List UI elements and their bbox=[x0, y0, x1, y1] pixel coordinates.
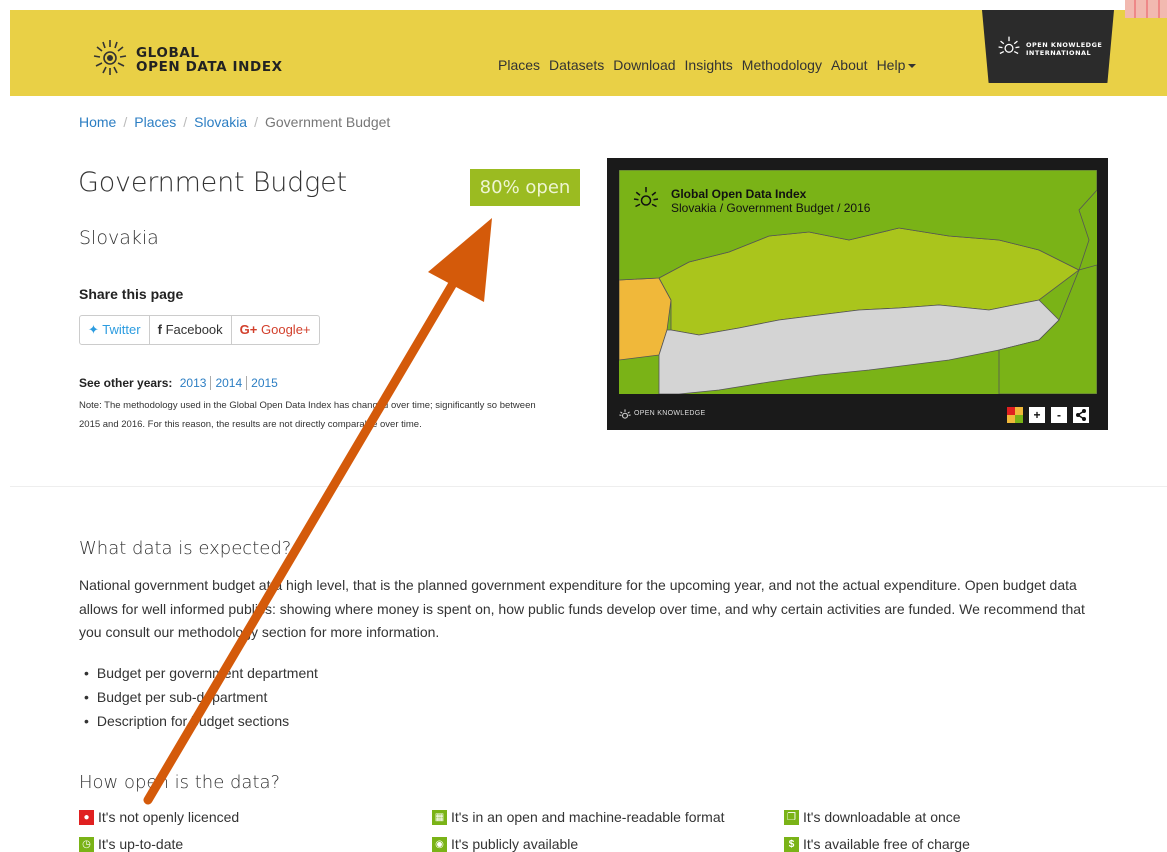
files-icon: ❐ bbox=[784, 809, 799, 825]
breadcrumb-separator: / bbox=[254, 114, 258, 130]
facebook-label: Facebook bbox=[165, 322, 223, 337]
openness-item-public: ◉ It's publicly available bbox=[432, 836, 578, 852]
openness-heading: How open is the data? bbox=[79, 772, 281, 793]
list-item: Description for budget sections bbox=[97, 709, 318, 733]
nav-download[interactable]: Download bbox=[613, 57, 675, 73]
corner-decoration bbox=[1125, 0, 1167, 18]
share-heading: Share this page bbox=[79, 286, 184, 302]
breadcrumb: Home / Places / Slovakia / Government Budget bbox=[79, 114, 390, 130]
clock-icon: ◷ bbox=[79, 836, 94, 852]
map-widget: Global Open Data Index Slovakia / Govern… bbox=[607, 158, 1108, 430]
openness-label: It's available free of charge bbox=[803, 836, 970, 852]
list-item: Budget per government department bbox=[97, 661, 318, 685]
breadcrumb-current: Government Budget bbox=[264, 114, 391, 130]
year-link-2014[interactable]: 2014 bbox=[211, 376, 248, 390]
openness-item-uptodate: ◷ It's up-to-date bbox=[79, 836, 183, 852]
map-footer: OPEN KNOWLEDGE + - bbox=[607, 398, 1108, 430]
openness-item-format: ▦ It's in an open and machine-readable f… bbox=[432, 809, 725, 825]
zoom-out-button[interactable]: - bbox=[1051, 407, 1067, 423]
keyboard-icon: ▦ bbox=[432, 809, 447, 825]
eye-icon: ◉ bbox=[432, 836, 447, 852]
expected-list: Budget per government department Budget … bbox=[97, 661, 318, 733]
openness-label: It's downloadable at once bbox=[803, 809, 961, 825]
openness-label: It's not openly licenced bbox=[98, 809, 240, 825]
openness-label: It's publicly available bbox=[451, 836, 579, 852]
nav-help-dropdown[interactable]: Help bbox=[877, 57, 917, 73]
map-canvas[interactable]: Global Open Data Index Slovakia / Govern… bbox=[619, 170, 1097, 394]
main-nav: Places Datasets Download Insights Method… bbox=[498, 57, 925, 73]
share-button-group: ✦ Twitter f Facebook G+ Google+ bbox=[79, 315, 320, 345]
openness-item-licence: ● It's not openly licenced bbox=[79, 809, 239, 825]
share-icon bbox=[1076, 409, 1086, 421]
expected-description: National government budget at a high lev… bbox=[79, 577, 1085, 640]
twitter-label: Twitter bbox=[102, 322, 141, 337]
year-link-2013[interactable]: 2013 bbox=[175, 376, 212, 390]
nav-methodology[interactable]: Methodology bbox=[742, 57, 822, 73]
okfn-badge[interactable]: OPEN KNOWLEDGE INTERNATIONAL bbox=[982, 10, 1114, 83]
methodology-note: Note: The methodology used in the Global… bbox=[79, 400, 536, 430]
year-link-2015[interactable]: 2015 bbox=[247, 376, 282, 390]
lock-icon: ● bbox=[79, 809, 94, 825]
global-open-data-index-logo[interactable]: GLOBAL OPEN DATA INDEX bbox=[90, 40, 290, 88]
okfn-line-2: INTERNATIONAL bbox=[1026, 48, 1092, 57]
google-label: Google+ bbox=[261, 322, 311, 337]
okfn-wordmark: OPEN KNOWLEDGE INTERNATIONAL bbox=[1026, 41, 1102, 57]
logo-line-1: GLOBAL bbox=[136, 45, 200, 61]
breadcrumb-separator: / bbox=[183, 114, 188, 130]
openness-label: It's up-to-date bbox=[98, 836, 184, 852]
logo-line-2: OPEN DATA INDEX bbox=[136, 59, 283, 75]
map-footer-text: OPEN KNOWLEDGE bbox=[634, 410, 706, 417]
dollar-icon: $ bbox=[784, 836, 799, 852]
section-divider bbox=[10, 486, 1167, 487]
okfn-sunburst-icon bbox=[998, 36, 1020, 55]
share-google-button[interactable]: G+ Google+ bbox=[232, 316, 319, 344]
nav-about[interactable]: About bbox=[831, 57, 868, 73]
open-score-badge: 80% open bbox=[470, 169, 580, 206]
facebook-icon: f bbox=[157, 322, 162, 337]
share-map-button[interactable] bbox=[1073, 407, 1089, 423]
share-facebook-button[interactable]: f Facebook bbox=[150, 316, 232, 344]
page-title: Government Budget bbox=[78, 167, 347, 198]
map-legend-button[interactable] bbox=[1007, 407, 1023, 423]
nav-datasets[interactable]: Datasets bbox=[549, 57, 604, 73]
zoom-in-button[interactable]: + bbox=[1029, 407, 1045, 423]
logo-wordmark: GLOBAL OPEN DATA INDEX bbox=[136, 46, 283, 74]
openness-label: It's in an open and machine-readable for… bbox=[451, 809, 725, 825]
legend-swatch-icon bbox=[1007, 407, 1023, 423]
list-item: Budget per sub-department bbox=[97, 685, 318, 709]
breadcrumb-country[interactable]: Slovakia bbox=[194, 114, 247, 130]
map-logo-icon bbox=[633, 187, 659, 208]
map-title: Global Open Data Index Slovakia / Govern… bbox=[671, 187, 870, 215]
expected-heading: What data is expected? bbox=[79, 538, 292, 559]
caret-down-icon bbox=[908, 64, 917, 69]
share-twitter-button[interactable]: ✦ Twitter bbox=[80, 316, 150, 344]
nav-insights[interactable]: Insights bbox=[685, 57, 733, 73]
other-years: See other years: 2013 2014 2015 bbox=[79, 376, 282, 390]
sunburst-logo-icon bbox=[93, 40, 127, 75]
nav-places[interactable]: Places bbox=[498, 57, 540, 73]
breadcrumb-home[interactable]: Home bbox=[79, 114, 116, 130]
breadcrumb-separator: / bbox=[123, 114, 128, 130]
other-years-label: See other years: bbox=[79, 376, 173, 390]
map-title-main: Global Open Data Index bbox=[671, 187, 807, 201]
openness-item-free: $ It's available free of charge bbox=[784, 836, 970, 852]
nav-help-label: Help bbox=[876, 57, 906, 73]
google-plus-icon: G+ bbox=[239, 322, 258, 337]
okfn-footer-icon bbox=[619, 409, 631, 419]
openness-item-download: ❐ It's downloadable at once bbox=[784, 809, 961, 825]
top-navbar: GLOBAL OPEN DATA INDEX Places Datasets D… bbox=[10, 10, 1167, 96]
map-subtitle: Slovakia / Government Budget / 2016 bbox=[671, 201, 871, 215]
breadcrumb-places[interactable]: Places bbox=[134, 114, 176, 130]
place-name: Slovakia bbox=[79, 227, 159, 249]
twitter-icon: ✦ bbox=[88, 322, 99, 337]
